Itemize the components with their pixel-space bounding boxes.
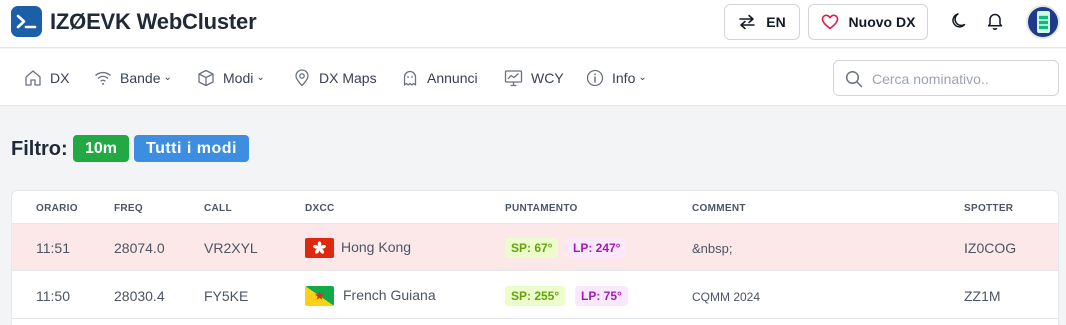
new-dx-label: Nuovo DX (848, 14, 916, 30)
table-row[interactable]: 11:51 28074.0 VR2XYL Hong Kong SP: 67° L… (12, 224, 1058, 271)
cell-freq: 28030.4 (114, 288, 165, 304)
nav-item-bande[interactable]: Bande ⌄ (94, 49, 172, 106)
home-icon (25, 69, 41, 86)
cell-call[interactable]: VR2XYL (204, 240, 258, 256)
language-label: EN (766, 14, 786, 30)
short-path-bearing: SP: 67° (505, 238, 559, 258)
nav-label-wcy: WCY (531, 69, 564, 86)
nav-item-info[interactable]: Info ⌄ (586, 49, 647, 106)
wifi-icon (95, 71, 111, 85)
table-header: ORARIO FREQ CALL DXCC PUNTAMENTO COMMENT… (12, 191, 1058, 224)
nav-label-modi: Modi (223, 69, 254, 86)
search-box[interactable] (833, 60, 1059, 96)
nav-item-dx[interactable]: DX (24, 49, 69, 106)
long-path-bearing: LP: 247° (567, 238, 627, 258)
hong-kong-flag-icon (305, 238, 334, 258)
mode-filter-badge[interactable]: Tutti i modi (134, 135, 249, 162)
bell-icon[interactable] (986, 11, 1004, 31)
spots-table: ORARIO FREQ CALL DXCC PUNTAMENTO COMMENT… (11, 190, 1059, 325)
nav-label-dx: DX (50, 69, 70, 86)
column-header-comment[interactable]: COMMENT (692, 203, 746, 214)
swap-arrows-icon (739, 14, 756, 30)
info-icon (586, 69, 604, 86)
short-path-bearing: SP: 255° (505, 286, 566, 306)
column-header-call[interactable]: CALL (204, 203, 232, 214)
top-header: IZØEVK WebCluster EN Nuovo DX (0, 0, 1066, 48)
brand-title[interactable]: IZØEVK WebCluster (50, 9, 257, 35)
monitor-chart-icon (504, 69, 523, 86)
filter-label: Filtro: (11, 138, 68, 160)
cell-freq: 28074.0 (114, 240, 165, 256)
column-header-spotter[interactable]: SPOTTER (964, 203, 1013, 214)
map-pin-icon (295, 68, 309, 86)
chevron-down-icon: ⌄ (256, 72, 265, 83)
cell-comment: CQMM 2024 (692, 290, 761, 304)
nav-label-annunci: Annunci (427, 69, 478, 86)
column-header-puntamento[interactable]: PUNTAMENTO (505, 203, 578, 214)
french-guiana-flag-icon (305, 286, 334, 306)
new-dx-button[interactable]: Nuovo DX (808, 4, 928, 40)
cell-call[interactable]: FY5KE (204, 288, 248, 304)
main-nav: DX Bande ⌄ Modi ⌄ DX Maps Annunci WCY In… (0, 49, 1066, 106)
table-row[interactable]: 11:50 28030.4 FY5KE French Guiana SP: 25… (12, 272, 1058, 319)
column-header-orario[interactable]: ORARIO (36, 203, 78, 214)
nav-item-dx-maps[interactable]: DX Maps (293, 49, 377, 106)
language-button[interactable]: EN (724, 4, 800, 40)
chevron-down-icon: ⌄ (163, 72, 172, 83)
ghost-icon (403, 70, 417, 86)
long-path-bearing: LP: 75° (575, 286, 628, 306)
nav-item-modi[interactable]: Modi ⌄ (197, 49, 265, 106)
cube-icon (198, 69, 214, 86)
moon-icon[interactable] (950, 11, 970, 31)
column-header-freq[interactable]: FREQ (114, 203, 143, 214)
nav-label-bande: Bande (120, 69, 161, 86)
nav-label-dx-maps: DX Maps (319, 69, 377, 86)
nav-item-annunci[interactable]: Annunci (401, 49, 478, 106)
band-filter-badge[interactable]: 10m (73, 135, 129, 162)
heart-icon (821, 14, 838, 30)
cell-spotter[interactable]: ZZ1M (964, 288, 1001, 304)
nav-item-wcy[interactable]: WCY (504, 49, 564, 106)
cell-dxcc: French Guiana (343, 287, 436, 303)
cell-dxcc: Hong Kong (341, 239, 412, 255)
cell-time: 11:50 (36, 288, 70, 304)
search-input[interactable] (872, 67, 1052, 91)
cell-time: 11:51 (36, 240, 70, 256)
search-icon (845, 70, 863, 88)
cell-spotter[interactable]: IZ0COG (964, 240, 1016, 256)
user-avatar[interactable] (1026, 5, 1060, 39)
cell-comment: &nbsp; (692, 241, 733, 256)
chevron-down-icon: ⌄ (638, 72, 647, 83)
terminal-logo-icon[interactable] (11, 6, 42, 37)
column-header-dxcc[interactable]: DXCC (305, 203, 335, 214)
nav-label-info: Info (612, 69, 636, 86)
